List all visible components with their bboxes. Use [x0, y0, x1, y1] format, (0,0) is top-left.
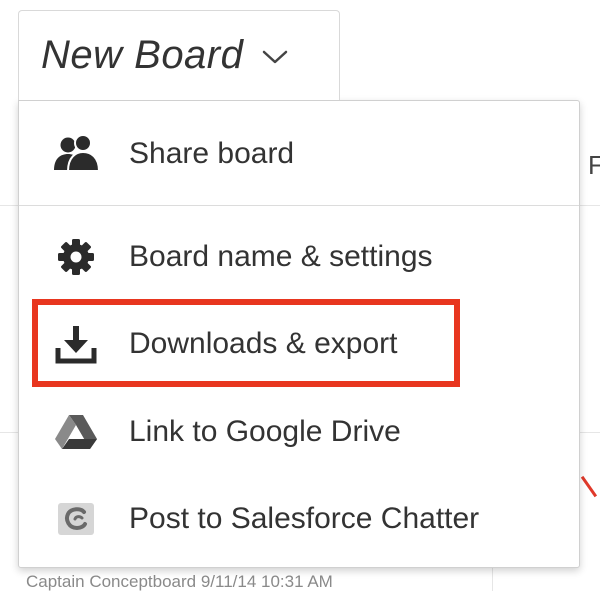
background-partial-letter: F: [588, 150, 600, 180]
chevron-down-icon: [261, 48, 289, 71]
menu-item-label: Post to Salesforce Chatter: [129, 502, 480, 535]
menu-item-label: Share board: [129, 137, 295, 170]
google-drive-icon: [51, 410, 101, 454]
menu-item-label: Link to Google Drive: [129, 415, 401, 448]
background-red-annotation: [580, 466, 600, 498]
salesforce-chatter-icon: [51, 497, 101, 541]
board-title: New Board: [41, 33, 244, 77]
users-icon: [51, 132, 101, 176]
gear-icon: [51, 235, 101, 279]
background-footer-meta: Captain Conceptboard 9/11/14 10:31 AM: [26, 572, 333, 591]
menu-item-salesforce-chatter[interactable]: Post to Salesforce Chatter: [19, 476, 579, 562]
menu-item-label: Board name & settings: [129, 240, 433, 273]
menu-item-board-settings[interactable]: Board name & settings: [19, 214, 579, 300]
menu-item-label: Downloads & export: [129, 327, 398, 360]
menu-item-google-drive[interactable]: Link to Google Drive: [19, 389, 579, 475]
menu-item-downloads-export[interactable]: Downloads & export: [19, 301, 579, 387]
download-icon: [51, 322, 101, 366]
board-title-button[interactable]: New Board: [18, 10, 340, 100]
menu-item-share-board[interactable]: Share board: [19, 111, 579, 197]
menu-divider: [19, 205, 579, 206]
board-menu: Share board Board name & settings Downlo…: [18, 100, 580, 568]
